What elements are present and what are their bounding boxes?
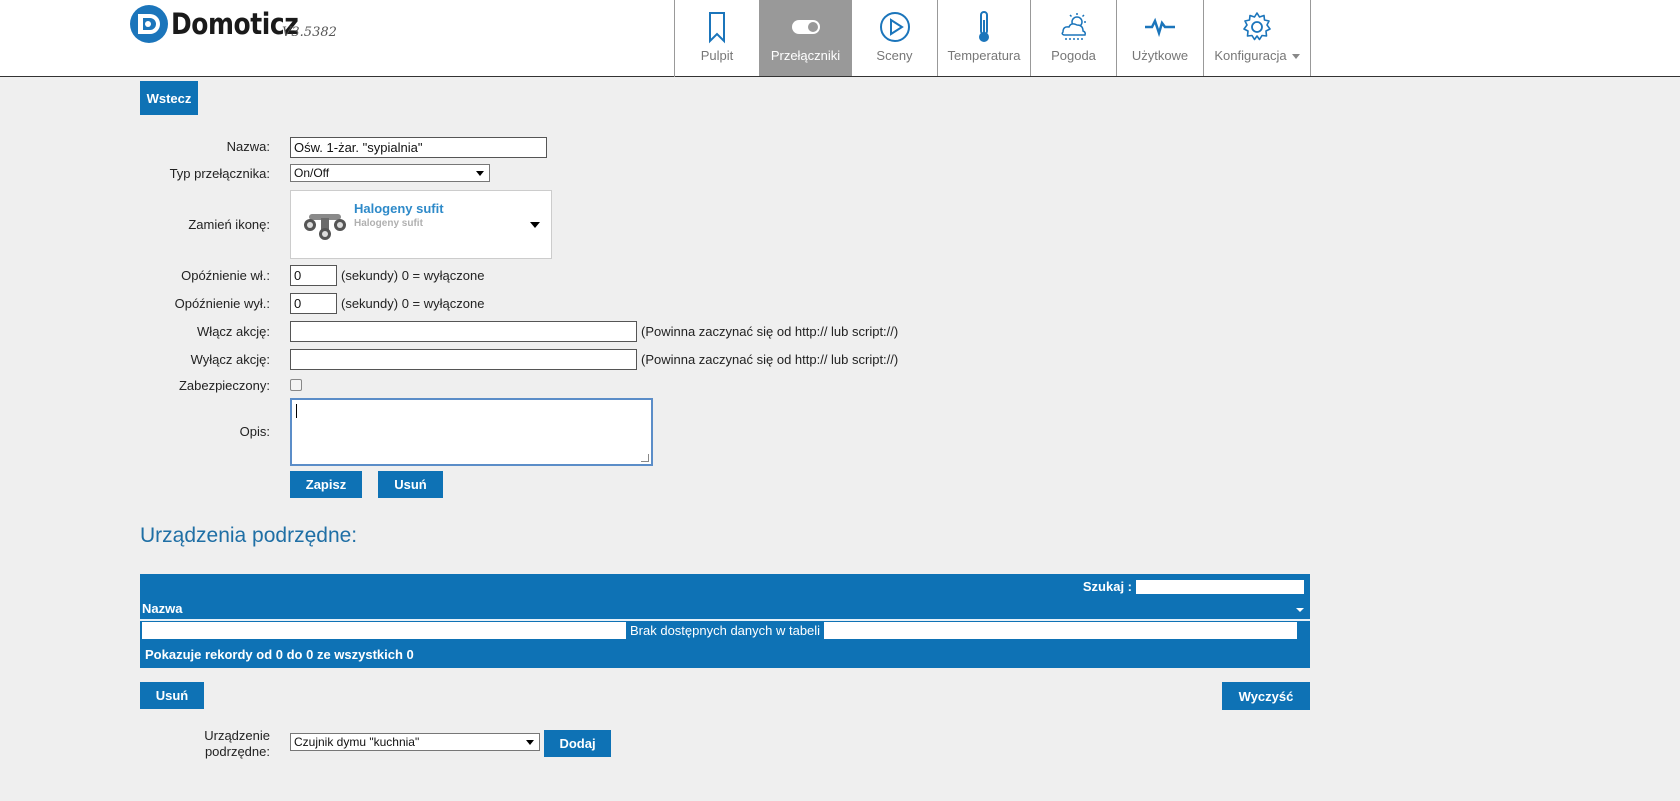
on-action-label: Włącz akcję: [197,324,270,339]
tab-pogoda[interactable]: Pogoda [1031,0,1117,76]
tab-uzytkowe-label: Użytkowe [1131,48,1189,63]
top-bar: Domoticz V3.5382 Pulpit Przełączniki Sce… [0,0,1680,77]
domoticz-logo-icon [130,5,168,43]
off-delay-hint: (sekundy) 0 = wyłączone [341,296,485,311]
tab-konfiguracja[interactable]: Konfiguracja [1204,0,1311,76]
off-delay-input[interactable] [290,293,337,314]
header-divider [140,619,1310,621]
tab-sceny-label: Sceny [876,48,913,63]
off-action-input[interactable] [290,349,637,370]
description-label: Opis: [239,424,270,439]
on-delay-hint: (sekundy) 0 = wyłączone [341,268,485,283]
tab-pogoda-label: Pogoda [1051,48,1096,63]
on-action-input[interactable] [290,321,637,342]
main-nav: Pulpit Przełączniki Sceny Temperatura Po… [674,0,1311,77]
tab-pulpit[interactable]: Pulpit [675,0,760,76]
toggle-icon [791,20,820,34]
subdevices-table: Szukaj : Nazwa Brak dostępnych danych w … [140,574,1310,668]
save-button[interactable]: Zapisz [290,471,362,498]
subdevice-label: Urządzenie podrzędne: [204,728,270,759]
tab-temperatura-label: Temperatura [947,48,1021,63]
search-input[interactable] [1136,580,1304,594]
description-textarea[interactable] [290,398,653,466]
app-name: Domoticz [171,7,299,41]
subdevices-title: Urządzenia podrzędne: [140,524,358,547]
tab-uzytkowe[interactable]: Użytkowe [1117,0,1204,76]
table-row: Brak dostępnych danych w tabeli [142,622,1297,639]
tab-temperatura[interactable]: Temperatura [938,0,1031,76]
delete-button[interactable]: Usuń [378,471,443,498]
switch-type-label: Typ przełącznika: [169,166,270,181]
play-icon [879,12,910,42]
sort-down-icon[interactable] [1296,608,1304,612]
on-delay-label: Opóźnienie wł.: [181,268,270,283]
protected-checkbox[interactable] [290,379,302,391]
weather-icon [1060,13,1086,40]
off-delay-label: Opóźnienie wył.: [174,296,270,311]
name-input[interactable] [290,137,547,158]
tab-sceny[interactable]: Sceny [852,0,938,76]
app-logo[interactable]: Domoticz V3.5382 [130,5,337,45]
subdevice-value: Czujnik dymu "kuchnia" [294,735,420,749]
subdevice-select[interactable]: Czujnik dymu "kuchnia" [290,733,540,751]
tab-przelaczniki-label: Przełączniki [770,48,841,63]
icon-picker[interactable]: Halogeny sufit Halogeny sufit [290,190,552,259]
on-delay-input[interactable] [290,265,337,286]
tab-pulpit-label: Pulpit [700,48,734,63]
clear-button[interactable]: Wyczyść [1222,682,1310,710]
add-subdevice-button[interactable]: Dodaj [544,730,611,757]
chevron-down-icon [476,171,484,176]
on-action-hint: (Powinna zaczynać się od http:// lub scr… [641,324,899,339]
gear-icon [1243,12,1271,41]
app-version: V3.5382 [282,25,337,40]
back-button[interactable]: Wstecz [140,81,198,115]
chevron-down-icon [526,740,534,745]
table-info: Pokazuje rekordy od 0 do 0 ze wszystkich… [145,647,414,662]
column-header-name[interactable]: Nazwa [142,601,182,616]
switch-type-value: On/Off [294,166,330,180]
tab-przelaczniki[interactable]: Przełączniki [760,0,852,76]
text-cursor [296,404,297,418]
resize-grip-icon[interactable] [641,454,649,462]
off-action-label: Wyłącz akcję: [190,352,270,367]
search-label: Szukaj : [1082,579,1132,594]
off-action-hint: (Powinna zaczynać się od http:// lub scr… [641,352,899,367]
tab-konfiguracja-label: Konfiguracja [1214,48,1300,63]
caret-down-icon [530,222,540,228]
subdevice-delete-button[interactable]: Usuń [140,682,204,709]
icon-label: Zamień ikonę: [188,217,270,232]
protected-label: Zabezpieczony: [178,378,270,393]
chevron-down-icon [1291,54,1300,60]
icon-title: Halogeny sufit [354,201,444,216]
switch-type-select[interactable]: On/Off [290,164,490,182]
thermometer-icon [979,11,989,42]
icon-subtitle: Halogeny sufit [354,218,423,229]
pulse-icon [1145,17,1175,38]
empty-table-message: Brak dostępnych danych w tabeli [626,622,825,639]
ceiling-spotlights-icon [304,214,346,240]
name-label: Nazwa: [226,139,270,154]
bookmark-icon [709,12,725,44]
